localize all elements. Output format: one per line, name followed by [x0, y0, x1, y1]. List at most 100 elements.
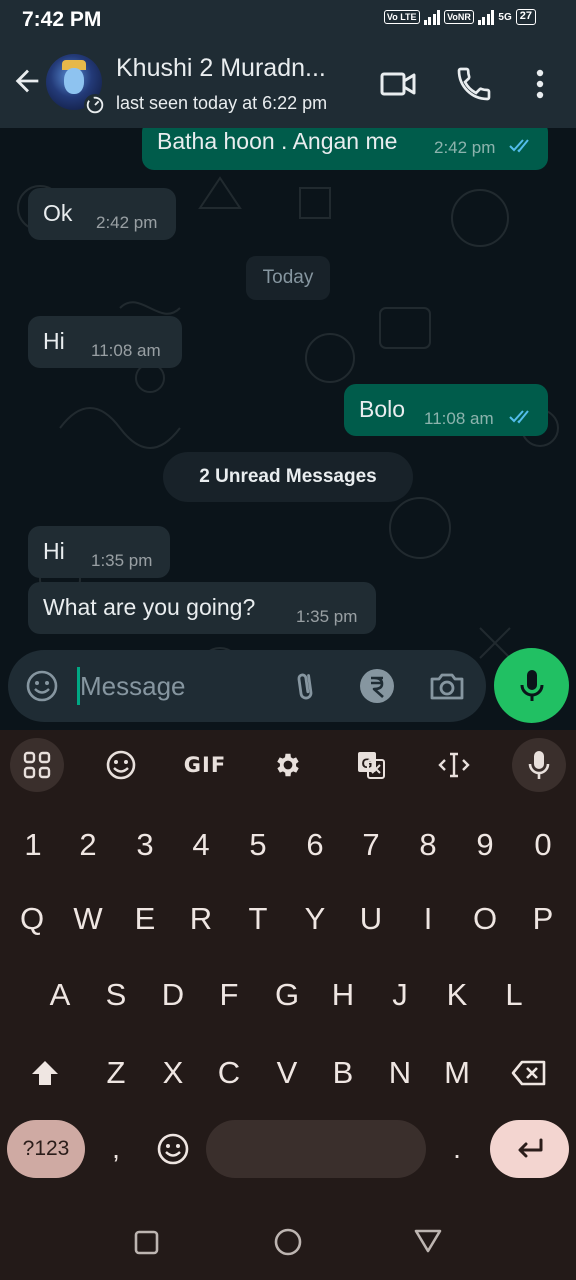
status-time: 7:42 PM	[22, 8, 102, 31]
attach-icon[interactable]	[286, 666, 326, 706]
key-m[interactable]: M	[431, 1042, 483, 1104]
backspace-icon	[511, 1060, 546, 1086]
key-7[interactable]: 7	[345, 814, 397, 876]
message-input[interactable]	[80, 664, 270, 708]
more-options-icon[interactable]	[520, 64, 560, 104]
signal-icon	[423, 9, 441, 25]
shift-key[interactable]	[19, 1042, 71, 1104]
period-key[interactable]: .	[431, 1118, 483, 1180]
network-type: 5G	[498, 11, 512, 23]
key-b[interactable]: B	[317, 1042, 369, 1104]
message-bubble-incoming[interactable]: Hi 11:08 am	[28, 316, 182, 368]
message-time: 11:08 am	[424, 409, 494, 428]
key-j[interactable]: J	[374, 964, 426, 1026]
key-z[interactable]: Z	[90, 1042, 142, 1104]
key-6[interactable]: 6	[289, 814, 341, 876]
message-text: What are you going?	[43, 594, 256, 620]
last-seen-status: last seen today at 6:22 pm	[116, 93, 328, 113]
keyboard: GIF G 1 2 3 4 5 6 7 8 9 0 Q W E R T Y U …	[0, 730, 576, 1200]
status-icons: Vo LTE VoNR 5G 27	[383, 9, 536, 25]
key-0[interactable]: 0	[517, 814, 569, 876]
key-r[interactable]: R	[175, 888, 227, 950]
video-call-icon[interactable]	[378, 64, 418, 104]
key-q[interactable]: Q	[6, 888, 58, 950]
key-8[interactable]: 8	[402, 814, 454, 876]
key-h[interactable]: H	[317, 964, 369, 1026]
key-o[interactable]: O	[459, 888, 511, 950]
emoji-key-icon	[157, 1133, 189, 1165]
battery-icon: 27	[515, 9, 536, 25]
back-arrow-icon[interactable]	[10, 64, 44, 98]
comma-key[interactable]: ,	[90, 1118, 142, 1180]
home-icon[interactable]	[268, 1222, 308, 1262]
message-time: 1:35 pm	[91, 551, 153, 570]
key-x[interactable]: X	[147, 1042, 199, 1104]
space-bar[interactable]	[206, 1120, 426, 1178]
key-u[interactable]: U	[345, 888, 397, 950]
key-c[interactable]: C	[203, 1042, 255, 1104]
message-bubble-incoming[interactable]: Ok 2:42 pm	[28, 188, 176, 240]
key-f[interactable]: F	[203, 964, 255, 1026]
apps-grid-icon[interactable]	[10, 738, 64, 792]
message-bubble-incoming[interactable]: Hi 1:35 pm	[28, 526, 170, 578]
enter-key[interactable]	[490, 1120, 569, 1178]
unread-messages-divider: 2 Unread Messages	[163, 452, 413, 502]
mic-icon	[520, 670, 544, 701]
backspace-key[interactable]	[503, 1042, 555, 1104]
contact-name[interactable]: Khushi 2 Muradn...	[116, 54, 362, 83]
gif-button[interactable]: GIF	[178, 738, 232, 792]
key-s[interactable]: S	[90, 964, 142, 1026]
date-divider: Today	[246, 256, 330, 300]
shift-icon	[32, 1061, 58, 1085]
navigation-bar	[0, 1200, 576, 1280]
key-d[interactable]: D	[147, 964, 199, 1026]
key-p[interactable]: P	[517, 888, 569, 950]
disappearing-timer-icon	[84, 94, 106, 116]
message-text: Batha hoon . Angan me	[157, 128, 398, 154]
chat-header: Khushi 2 Muradn... last seen today at 6:…	[0, 40, 576, 128]
cursor-control-icon[interactable]	[427, 738, 481, 792]
read-receipt-icon	[509, 139, 529, 153]
key-v[interactable]: V	[261, 1042, 313, 1104]
message-text: Ok	[43, 200, 73, 226]
key-y[interactable]: Y	[289, 888, 341, 950]
key-2[interactable]: 2	[62, 814, 114, 876]
message-bubble-outgoing[interactable]: Batha hoon . Angan me 2:42 pm	[142, 128, 548, 170]
key-l[interactable]: L	[488, 964, 540, 1026]
message-bubble-incoming[interactable]: What are you going? 1:35 pm	[28, 582, 376, 634]
key-1[interactable]: 1	[7, 814, 59, 876]
emoji-key[interactable]	[147, 1118, 199, 1180]
key-g[interactable]: G	[261, 964, 313, 1026]
key-3[interactable]: 3	[119, 814, 171, 876]
read-receipt-icon	[509, 410, 529, 424]
voice-input-icon[interactable]	[512, 738, 566, 792]
key-a[interactable]: A	[34, 964, 86, 1026]
message-time: 2:42 pm	[434, 138, 496, 157]
camera-icon[interactable]	[427, 666, 467, 706]
key-i[interactable]: I	[402, 888, 454, 950]
key-w[interactable]: W	[62, 888, 114, 950]
keyboard-settings-icon[interactable]	[261, 738, 315, 792]
key-5[interactable]: 5	[232, 814, 284, 876]
message-bubble-outgoing[interactable]: Bolo 11:08 am	[344, 384, 548, 436]
recent-apps-icon[interactable]	[126, 1222, 166, 1262]
payment-rupee-icon[interactable]	[357, 666, 397, 706]
symbols-key[interactable]: ?123	[7, 1120, 85, 1178]
translate-icon[interactable]: G	[344, 738, 398, 792]
status-bar: 7:42 PM Vo LTE VoNR 5G 27	[0, 0, 576, 40]
chat-area[interactable]: Batha hoon . Angan me 2:42 pm Ok 2:42 pm…	[0, 128, 576, 730]
signal-icon-2	[477, 9, 495, 25]
enter-icon	[518, 1138, 542, 1158]
message-text: Bolo	[359, 396, 406, 422]
key-9[interactable]: 9	[459, 814, 511, 876]
voice-call-icon[interactable]	[454, 64, 494, 104]
key-k[interactable]: K	[431, 964, 483, 1026]
back-nav-icon[interactable]	[408, 1222, 448, 1262]
emoji-icon[interactable]	[24, 668, 60, 704]
key-e[interactable]: E	[119, 888, 171, 950]
key-t[interactable]: T	[232, 888, 284, 950]
key-4[interactable]: 4	[175, 814, 227, 876]
mic-button[interactable]	[494, 648, 569, 723]
key-n[interactable]: N	[374, 1042, 426, 1104]
keyboard-emoji-icon[interactable]	[94, 738, 148, 792]
